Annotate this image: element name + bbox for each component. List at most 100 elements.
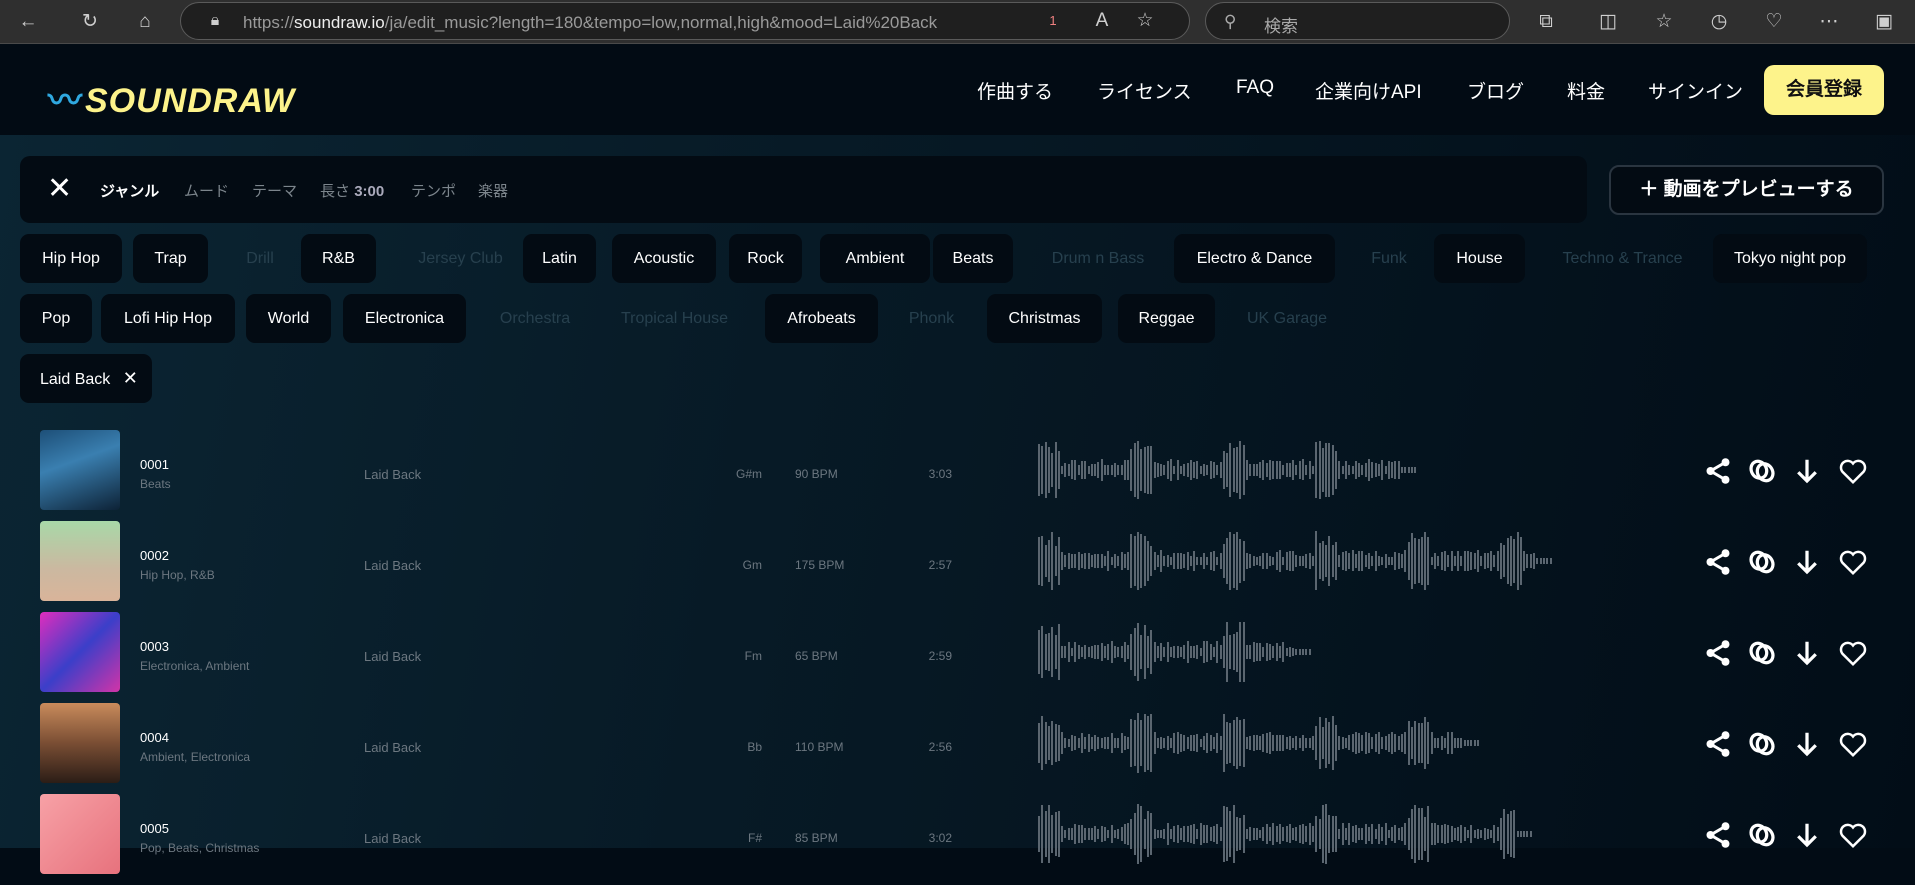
nav-compose[interactable]: 作曲する [977,77,1053,104]
track-row[interactable]: 0005 Pop, Beats, Christmas Laid Back F# … [0,794,1915,885]
extension-badge-icon[interactable]: 1 [1039,7,1067,35]
track-row[interactable]: 0002 Hip Hop, R&B Laid Back Gm 175 BPM 2… [0,521,1915,612]
waveform[interactable] [1038,622,1313,682]
genre-chip[interactable]: Ambient [820,234,930,283]
genre-chip[interactable]: Christmas [987,294,1102,343]
tab-instrument[interactable]: 楽器 [478,180,508,201]
tab-length[interactable]: 長さ 3:00 [320,180,384,201]
waveform-bar [1282,826,1285,842]
track-thumbnail[interactable] [40,794,120,874]
nav-signin[interactable]: サインイン [1648,77,1743,104]
heart-icon[interactable] [1838,547,1868,577]
link-icon[interactable] [1747,729,1777,759]
link-icon[interactable] [1747,820,1777,850]
heart-icon[interactable] [1838,729,1868,759]
nav-api[interactable]: 企業向けAPI [1315,77,1422,104]
tab-genre[interactable]: ジャンル [100,180,159,201]
health-icon[interactable]: ♡ [1760,8,1788,36]
sidebar-icon[interactable]: ▣ [1870,8,1898,36]
split-screen-icon[interactable]: ◫ [1594,8,1622,36]
remove-mood-icon[interactable]: ✕ [123,368,138,388]
favorite-star-icon[interactable]: ☆ [1131,7,1159,35]
logo[interactable]: 〰SOUNDRAW [48,73,295,122]
waveform-bar [1265,462,1268,478]
selected-mood-chip[interactable]: Laid Back ✕ [20,354,152,403]
nav-blog[interactable]: ブログ [1467,77,1524,104]
waveform-bar [1071,647,1073,657]
history-icon[interactable]: ◷ [1705,8,1733,36]
waveform[interactable] [1038,804,1533,864]
track-row[interactable]: 0004 Ambient, Electronica Laid Back Bb 1… [0,703,1915,794]
share-icon[interactable] [1703,547,1733,577]
selected-mood-label: Laid Back [40,371,111,388]
heart-icon[interactable] [1838,820,1868,850]
waveform-bar [1397,828,1400,840]
favorites-icon[interactable]: ☆ [1650,8,1678,36]
track-row[interactable]: 0001 Beats Laid Back G#m 90 BPM 3:03 [0,430,1915,521]
heart-icon[interactable] [1838,638,1868,668]
home-icon[interactable]: ⌂ [131,8,159,36]
share-icon[interactable] [1703,729,1733,759]
genre-chip[interactable]: Tokyo night pop [1713,234,1867,283]
genre-chip[interactable]: Lofi Hip Hop [101,294,235,343]
genre-chip[interactable]: R&B [301,234,376,283]
genre-chip[interactable]: Hip Hop [20,234,122,283]
browser-search-box[interactable]: ⚲ 検索 [1205,2,1510,40]
signup-button[interactable]: 会員登録 [1764,65,1884,115]
track-row[interactable]: 0003 Electronica, Ambient Laid Back Fm 6… [0,612,1915,703]
genre-chip[interactable]: Afrobeats [765,294,878,343]
track-thumbnail[interactable] [40,703,120,783]
more-icon[interactable]: ⋯ [1815,8,1843,36]
share-icon[interactable] [1703,820,1733,850]
genre-chip[interactable]: House [1434,234,1525,283]
extensions-icon[interactable]: ⧉ [1532,8,1560,36]
share-icon[interactable] [1703,456,1733,486]
refresh-icon[interactable]: ↻ [76,8,104,36]
nav-pricing[interactable]: 料金 [1567,77,1605,104]
download-icon[interactable] [1792,547,1822,577]
link-icon[interactable] [1747,456,1777,486]
waveform[interactable] [1038,440,1420,500]
heart-icon[interactable] [1838,456,1868,486]
genre-chip[interactable]: Acoustic [612,234,716,283]
address-bar[interactable]: 🔒︎ https://soundraw.io/ja/edit_music?len… [180,2,1190,40]
tab-mood[interactable]: ムード [184,180,229,201]
download-icon[interactable] [1792,820,1822,850]
genre-chip[interactable]: Rock [729,234,802,283]
genre-chip[interactable]: Pop [20,294,92,343]
track-thumbnail[interactable] [40,612,120,692]
waveform-bar [1242,814,1245,854]
close-filter-icon[interactable]: ✕ [47,174,72,204]
nav-license[interactable]: ライセンス [1097,77,1192,104]
genre-chip[interactable]: Reggae [1118,294,1215,343]
genre-chip[interactable]: World [246,294,331,343]
genre-chip[interactable]: Latin [523,234,596,283]
track-thumbnail[interactable] [40,430,120,510]
genre-chip[interactable]: Electronica [343,294,466,343]
download-icon[interactable] [1792,729,1822,759]
track-thumbnail[interactable] [40,521,120,601]
waveform-bar [1199,556,1202,566]
genre-chip[interactable]: Trap [133,234,208,283]
waveform[interactable] [1038,531,1555,591]
read-aloud-icon[interactable]: A [1088,7,1116,35]
nav-faq[interactable]: FAQ [1236,77,1274,99]
waveform-bar [1100,826,1103,842]
link-icon[interactable] [1747,547,1777,577]
tab-tempo[interactable]: テンポ [411,180,456,201]
waveform[interactable] [1038,713,1481,773]
waveform-bar [1071,828,1073,840]
waveform-bar [1170,459,1172,481]
tab-theme[interactable]: テーマ [252,180,297,201]
waveform-bar [1057,451,1060,489]
share-icon[interactable] [1703,638,1733,668]
waveform-bar [1193,461,1196,479]
download-icon[interactable] [1792,456,1822,486]
waveform-bar [1160,463,1163,477]
genre-chip[interactable]: Beats [933,234,1013,283]
preview-video-button[interactable]: ＋ 動画をプレビューする [1609,165,1884,215]
genre-chip[interactable]: Electro & Dance [1174,234,1335,283]
link-icon[interactable] [1747,638,1777,668]
back-icon[interactable]: ← [14,8,42,36]
download-icon[interactable] [1792,638,1822,668]
